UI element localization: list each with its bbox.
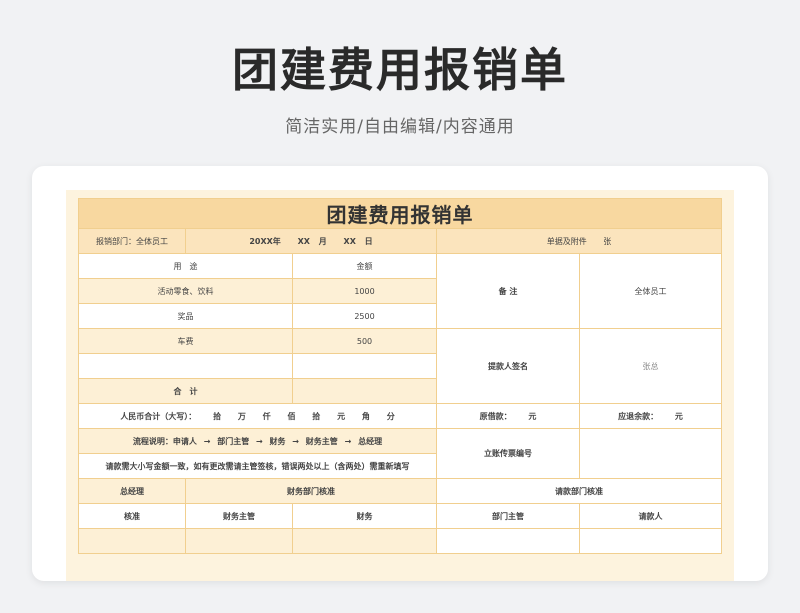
attachments-label: 单据及附件 [546,236,587,246]
refund-label: 应退余款： [618,411,659,421]
col-use-header: 用 途 [78,253,293,279]
remark-value[interactable]: 全体员工 [578,253,723,329]
attachments-cell[interactable]: 单据及附件 张 [435,228,723,254]
arrow-icon: → [292,436,299,446]
flow-step: 财务 [269,436,286,446]
rmb-unit: 角 [361,411,370,421]
item-amount[interactable]: 1000 [292,278,437,304]
form-note: 请款需大小写金额一致，如有更改需请主管签核，错误两处以上（含两处）需重新填写 [78,453,437,479]
form-title: 团建费用报销单 [77,198,723,229]
arrow-icon: → [344,436,352,446]
attachments-unit: 张 [603,236,612,246]
remark-label: 备 注 [436,253,580,329]
approval-dept-manager: 部门主管 [436,503,580,529]
signature-cell[interactable] [185,528,293,554]
refund-unit: 元 [674,411,683,421]
approval-finance-dept: 财务部门核准 [185,478,437,504]
total-label: 合 计 [78,378,293,404]
item-use[interactable]: 奖品 [78,303,293,329]
approval-approve: 核准 [78,503,186,529]
approval-finance-manager: 财务主管 [185,503,293,529]
rmb-unit: 拾 [213,411,222,421]
rmb-unit: 分 [386,411,395,421]
flow-step: 财务主管 [305,436,338,446]
date-day-unit: 日 [364,236,373,246]
approval-gm: 总经理 [78,478,186,504]
col-amount-header: 金额 [292,253,437,279]
page-title: 团建费用报销单 [232,43,568,97]
signature-cell[interactable] [78,528,186,554]
rmb-unit: 拾 [312,411,321,421]
payee-value[interactable]: 张总 [578,328,723,404]
approval-finance: 财务 [292,503,437,529]
item-amount[interactable]: 500 [292,328,437,354]
date-month: XX [297,236,310,246]
flow-step: 总经理 [358,436,383,446]
arrow-icon: → [203,436,211,446]
approval-request-dept: 请款部门核准 [435,478,723,504]
invoice-label: 立账传票编号 [436,428,580,479]
flow-step: 部门主管 [217,436,250,446]
arrow-icon: → [256,436,263,446]
item-use[interactable] [78,353,293,379]
refund-cell[interactable]: 应退余款： 元 [578,403,723,429]
item-use[interactable]: 活动零食、饮料 [78,278,293,304]
date-month-unit: 月 [318,236,327,246]
flow-label: 流程说明：申请人 [132,436,197,446]
item-amount[interactable] [292,353,437,379]
dept-label: 报销部门：全体员工 [78,228,186,254]
total-amount[interactable] [292,378,437,404]
reimbursement-form: 团建费用报销单 报销部门：全体员工 20XX年 XX 月 XX 日 单据及附件 … [77,198,723,554]
page-subtitle: 简洁实用/自由编辑/内容通用 [285,117,515,137]
signature-cell[interactable] [578,528,723,554]
borrowed-cell[interactable]: 原借款： 元 [436,403,580,429]
signature-cell[interactable] [292,528,437,554]
approval-requester: 请款人 [578,503,723,529]
date-year: 20XX年 [249,236,281,246]
rmb-label: 人民币合计（大写）： [120,411,197,421]
date-day: XX [343,236,356,246]
rmb-unit: 元 [337,411,346,421]
flow-description: 流程说明：申请人 → 部门主管 → 财务 → 财务主管 → 总经理 [78,428,437,454]
invoice-value[interactable] [578,428,723,479]
rmb-unit: 仟 [262,411,271,421]
item-amount[interactable]: 2500 [292,303,437,329]
date-cell[interactable]: 20XX年 XX 月 XX 日 [185,228,437,254]
borrowed-label: 原借款： [479,411,512,421]
signature-cell[interactable] [436,528,580,554]
borrowed-unit: 元 [528,411,537,421]
payee-label: 提款人签名 [436,328,580,404]
rmb-total-cell[interactable]: 人民币合计（大写）： 拾 万 仟 佰 拾 元 角 分 [78,403,437,429]
rmb-unit: 佰 [287,411,296,421]
rmb-unit: 万 [237,411,246,421]
item-use[interactable]: 车费 [78,328,293,354]
